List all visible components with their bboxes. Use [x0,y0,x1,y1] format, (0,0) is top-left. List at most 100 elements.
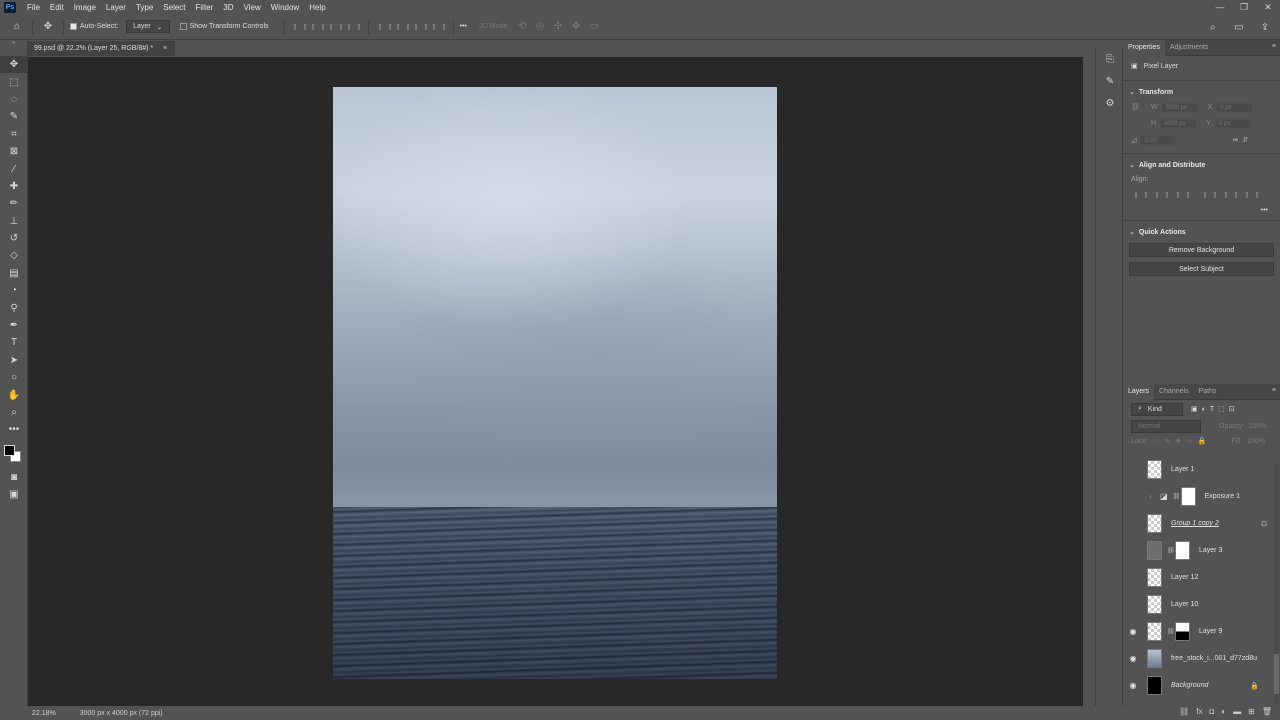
x-field[interactable]: 0 px [1216,102,1253,112]
maximize-button[interactable]: ❐ [1232,0,1256,14]
tab-layers[interactable]: Layers [1123,383,1155,400]
layer-row[interactable]: ◉ Background 🔒 [1123,672,1273,699]
quick-selection-tool-icon[interactable]: ✎ [0,108,28,125]
filter-kind-dropdown[interactable]: ⌕ Kind [1131,402,1183,416]
layer-row[interactable]: ◉ Layer 10 [1123,591,1273,618]
color-swatches[interactable] [0,439,28,469]
quick-mask-icon[interactable]: ◙ [0,469,28,486]
remove-background-button[interactable]: Remove Background [1129,243,1274,257]
menu-layer[interactable]: Layer [101,3,131,12]
add-mask-icon[interactable]: ◘ [1209,707,1214,716]
fill-value[interactable]: 100% [1247,438,1265,445]
menu-view[interactable]: View [239,3,266,12]
toolbar-collapse-icon[interactable]: » [0,40,27,56]
lock-all-icon[interactable]: 🔒 [1198,437,1207,445]
history-panel-icon[interactable]: ⎘ [1096,48,1124,70]
lasso-tool-icon[interactable]: ◌ [0,91,28,108]
tab-adjustments[interactable]: Adjustments [1165,40,1214,56]
search-icon[interactable]: ⌕ [1204,18,1222,36]
layer-row[interactable]: ◉ Layer 1 [1123,456,1273,483]
align-bottom-icon[interactable] [411,20,427,34]
minimize-button[interactable]: — [1208,0,1232,14]
filter-type-icon[interactable]: T [1210,406,1214,413]
mask-link-icon[interactable]: ⛓ [1167,628,1175,635]
foreground-color-swatch[interactable] [4,444,15,456]
layers-menu-icon[interactable]: ≡ [1272,387,1276,394]
filter-smart-object-icon[interactable]: ⊡ [1229,405,1235,413]
home-icon[interactable]: ⌂ [8,18,26,36]
layer-row[interactable]: ◉ free_stock_i...001_d77zd8u [1123,645,1273,672]
align-section-title[interactable]: Align and Distribute [1123,158,1280,172]
more-tools-icon[interactable]: ••• [0,421,28,438]
3d-roll-icon[interactable]: ◎ [531,18,549,36]
menu-file[interactable]: File [22,3,45,12]
align-top-icon[interactable] [375,20,391,34]
blur-tool-icon[interactable]: ◔ [0,282,28,299]
marquee-tool-icon[interactable]: ⬚ [0,73,28,90]
frame-tool-icon[interactable]: ⊠ [0,143,28,160]
layer-mask-thumbnail[interactable] [1180,487,1196,506]
zoom-tool-icon[interactable]: ⌕ [0,404,28,421]
move-tool-preset-icon[interactable]: ✥ [39,18,57,36]
delete-layer-icon[interactable]: 🗑 [1262,707,1272,716]
filter-adjustment-icon[interactable]: ◐ [1202,406,1206,413]
filter-pixel-icon[interactable]: ▣ [1191,405,1198,413]
share-icon[interactable]: ⇪ [1256,18,1274,36]
document-tab[interactable]: 99.psd @ 22.2% (Layer 25, RGB/8#) * × [28,41,175,56]
pen-tool-icon[interactable]: ✒ [0,317,28,334]
visibility-eye-icon[interactable]: ◉ [1123,519,1143,528]
select-subject-button[interactable]: Select Subject [1129,262,1274,276]
eyedropper-tool-icon[interactable]: ⁄ [0,160,28,177]
tab-channels[interactable]: Channels [1154,384,1194,400]
transform-section-title[interactable]: Transform [1123,85,1280,99]
new-adjustment-icon[interactable]: ◐ [1221,707,1226,716]
visibility-eye-icon[interactable]: ◉ [1123,465,1143,474]
new-group-icon[interactable]: ▬ [1233,707,1241,716]
eraser-tool-icon[interactable]: ◇ [0,247,28,264]
align-more-button[interactable]: ••• [1123,204,1280,216]
menu-filter[interactable]: Filter [191,3,219,12]
auto-select-dropdown[interactable]: Layer ⌄ [126,20,170,33]
layer-row[interactable]: ◉ ⛓ Layer 9 [1123,618,1273,645]
healing-brush-tool-icon[interactable]: ✚ [0,178,28,195]
layer-mask-thumbnail[interactable] [1175,541,1190,560]
document-canvas[interactable] [333,87,777,679]
menu-help[interactable]: Help [304,3,330,12]
layer-row[interactable]: ◉ ↓ ◪ ⛓ Exposure 1 [1123,483,1273,510]
tab-paths[interactable]: Paths [1194,384,1222,400]
align-center-icon[interactable] [308,20,324,34]
flip-horizontal-icon[interactable]: ⇹ [1232,136,1238,144]
menu-type[interactable]: Type [131,3,158,12]
visibility-eye-icon[interactable]: ◉ [1123,627,1143,636]
opacity-value[interactable]: 100% [1249,423,1267,430]
3d-camera-icon[interactable]: ▭ [585,18,603,36]
menu-window[interactable]: Window [266,3,304,12]
panel-align-left-icon[interactable] [1131,188,1147,202]
panel-menu-icon[interactable]: ≡ [1272,43,1276,50]
panel-align-center-icon[interactable] [1152,188,1168,202]
brush-settings-icon[interactable]: ✎ [1096,70,1124,92]
layers-scrollbar[interactable] [1274,464,1279,704]
link-layers-icon[interactable]: ⛓ [1179,707,1189,716]
mask-link-icon[interactable]: ⛓ [1173,493,1181,500]
align-middle-icon[interactable] [393,20,409,34]
visibility-eye-icon[interactable]: ◉ [1123,573,1143,582]
3d-pan-icon[interactable]: ✣ [549,18,567,36]
quick-actions-title[interactable]: Quick Actions [1123,225,1280,239]
path-selection-tool-icon[interactable]: ➤ [0,352,28,369]
document-info[interactable]: 3000 px x 4000 px (72 ppi) [80,710,163,717]
new-layer-icon[interactable]: ⊞ [1248,707,1255,716]
layer-row[interactable]: ◉ ⛓ Layer 3 [1123,537,1273,564]
distribute-horizontal-icon[interactable] [344,20,360,34]
panel-align-middle-icon[interactable] [1221,188,1237,202]
3d-slide-icon[interactable]: ✥ [567,18,585,36]
3d-orbit-icon[interactable]: ⟲ [513,18,531,36]
menu-image[interactable]: Image [69,3,101,12]
close-window-button[interactable]: ✕ [1256,0,1280,14]
zoom-level[interactable]: 22.18% [32,710,56,717]
crop-tool-icon[interactable]: ⌗ [0,126,28,143]
layer-row[interactable]: ◉ Group 1 copy 2 ⊡ [1123,510,1273,537]
menu-select[interactable]: Select [158,3,190,12]
history-brush-tool-icon[interactable]: ↺ [0,230,28,247]
panel-align-bottom-icon[interactable] [1242,188,1258,202]
